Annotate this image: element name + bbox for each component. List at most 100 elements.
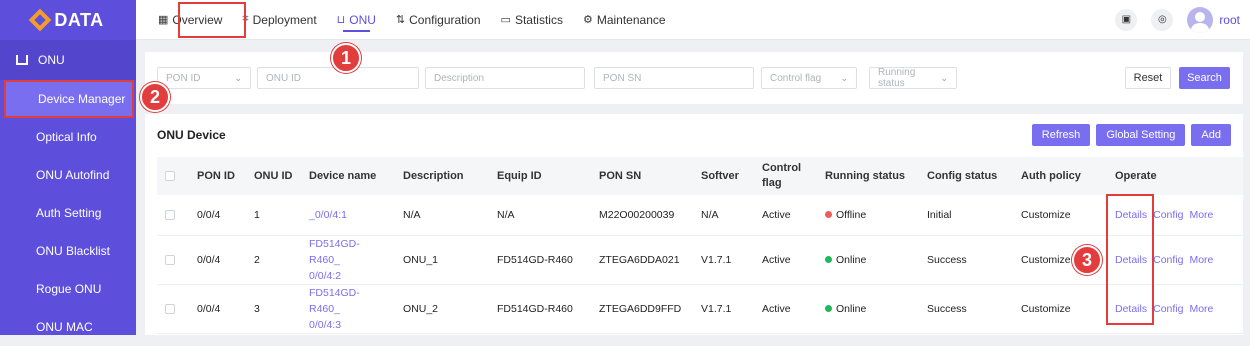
config-icon: ⇅ <box>395 14 406 26</box>
row-select-cell <box>157 235 189 285</box>
cell-config-status: Success <box>919 235 1013 285</box>
reset-button[interactable]: Reset <box>1125 67 1171 89</box>
col-pon-sn: PON SN <box>599 170 642 182</box>
chevron-down-icon: ⌄ <box>234 72 242 83</box>
save-icon[interactable]: ▣ <box>1115 8 1138 31</box>
table-header-row: PON ID ONU ID Device name Description Eq… <box>157 157 1243 195</box>
filter-panel: PON ID ⌄ ONU ID Description PON SN Contr… <box>145 52 1243 104</box>
description-input[interactable]: Description <box>425 67 585 89</box>
cell-description: ONU_2 <box>395 284 489 334</box>
device-name-link[interactable]: FD514GD-R460_ <box>309 287 360 315</box>
sidebar-item-onu-autofind[interactable]: ONU Autofind <box>0 156 136 194</box>
tab-deployment[interactable]: ⌗ Deployment <box>232 0 326 40</box>
onu-icon: ⊔ <box>336 14 346 26</box>
more-link[interactable]: More <box>1189 303 1213 315</box>
config-link[interactable]: Config <box>1153 303 1183 315</box>
step-badge-1: 1 <box>331 43 361 73</box>
logo: DATA <box>0 0 136 40</box>
sidebar-item-device-manager[interactable]: Device Manager <box>4 80 134 118</box>
cell-onu-id: 3 <box>246 284 301 334</box>
tab-label: ONU <box>349 12 376 27</box>
cell-device-name: _0/0/4:1 <box>301 195 395 236</box>
device-name-link-line2[interactable]: 0/0/4:2 <box>309 270 341 282</box>
running-status-select[interactable]: Running status ⌄ <box>869 67 957 89</box>
row-checkbox[interactable] <box>165 209 175 220</box>
control-flag-select[interactable]: Control flag ⌄ <box>761 67 857 89</box>
pon-sn-input[interactable]: PON SN <box>594 67 754 89</box>
device-name-link[interactable]: _0/0/4:1 <box>309 209 347 221</box>
onu-icon <box>16 55 28 65</box>
cell-pon-id: 0/0/4 <box>189 195 246 236</box>
onu-id-placeholder: ONU ID <box>266 72 301 84</box>
pon-id-select[interactable]: PON ID ⌄ <box>157 67 251 89</box>
sidebar-section-onu[interactable]: ONU <box>0 40 136 80</box>
device-name-link[interactable]: FD514GD-R460_ <box>309 238 360 266</box>
sidebar-item-label: Device Manager <box>38 92 126 106</box>
cell-equip-id: N/A <box>489 195 591 236</box>
device-name-link-line2[interactable]: 0/0/4:3 <box>309 319 341 331</box>
cell-running-status: Online <box>817 235 919 285</box>
tab-onu[interactable]: ⊔ ONU <box>327 0 386 40</box>
select-all-checkbox[interactable] <box>165 171 175 181</box>
cell-pon-id: 0/0/4 <box>189 235 246 285</box>
sidebar-item-onu-blacklist[interactable]: ONU Blacklist <box>0 232 136 270</box>
grid-icon: ▦ <box>158 14 169 26</box>
running-status-placeholder: Running status <box>878 67 916 89</box>
sidebar-item-optical-info[interactable]: Optical Info <box>0 118 136 156</box>
row-checkbox[interactable] <box>165 254 175 265</box>
pon-id-placeholder: PON ID <box>166 72 201 84</box>
panel-title: ONU Device <box>157 128 226 142</box>
cell-config-status: Initial <box>919 195 1013 236</box>
top-navigation: ▦ Overview ⌗ Deployment ⊔ ONU ⇅ Configur… <box>136 0 1250 40</box>
active-tab-underline <box>342 29 370 32</box>
panel-toolbar: Refresh Global Setting Add <box>1031 124 1231 146</box>
add-button[interactable]: Add <box>1191 124 1231 146</box>
tab-label: Maintenance <box>596 12 666 27</box>
step-badge-2: 2 <box>140 82 170 112</box>
col-auth-policy: Auth policy <box>1021 170 1081 182</box>
tab-label: Statistics <box>514 12 563 27</box>
cell-equip-id: FD514GD-R460 <box>489 235 591 285</box>
tab-statistics[interactable]: ▭ Statistics <box>491 0 573 40</box>
tab-maintenance[interactable]: ⚙ Maintenance <box>573 0 676 40</box>
cell-running-status: Offline <box>817 195 919 236</box>
row-checkbox[interactable] <box>165 303 175 314</box>
cell-control-flag: Active <box>754 195 817 236</box>
row-select-cell <box>157 195 189 236</box>
onu-device-panel: ONU Device Refresh Global Setting Add PO… <box>145 114 1243 335</box>
config-link[interactable]: Config <box>1153 254 1183 266</box>
online-status-dot <box>825 305 832 313</box>
col-operate: Operate <box>1115 170 1157 182</box>
sidebar-item-rogue-onu[interactable]: Rogue ONU <box>0 270 136 308</box>
cell-softver: V1.7.1 <box>693 235 754 285</box>
description-placeholder: Description <box>434 72 485 84</box>
config-link[interactable]: Config <box>1153 209 1183 221</box>
tab-configuration[interactable]: ⇅ Configuration <box>386 0 491 40</box>
tab-label: Configuration <box>409 12 481 27</box>
chevron-down-icon: ⌄ <box>840 72 848 83</box>
dashboard-icon[interactable]: ◎ <box>1151 8 1174 31</box>
table-row: 0/0/4 3 FD514GD-R460_ 0/0/4:3 ONU_2 FD514… <box>157 284 1243 334</box>
logo-diamond-icon <box>29 8 52 32</box>
sidebar-item-auth-setting[interactable]: Auth Setting <box>0 194 136 232</box>
global-setting-button[interactable]: Global Setting <box>1096 124 1186 146</box>
more-link[interactable]: More <box>1189 209 1213 221</box>
logo-text: DATA <box>54 9 104 30</box>
search-button[interactable]: Search <box>1179 67 1230 89</box>
refresh-button[interactable]: Refresh <box>1031 124 1091 146</box>
online-status-dot <box>825 256 832 264</box>
sidebar-item-onu-mac[interactable]: ONU MAC <box>0 308 136 346</box>
cell-control-flag: Active <box>754 235 817 285</box>
col-control-flag: Control flag <box>762 162 802 189</box>
more-link[interactable]: More <box>1189 254 1213 266</box>
cell-description: ONU_1 <box>395 235 489 285</box>
offline-status-dot <box>825 211 832 219</box>
user-name[interactable]: root <box>1219 13 1240 27</box>
col-device-name: Device name <box>309 170 377 182</box>
cell-pon-id: 0/0/4 <box>189 284 246 334</box>
avatar[interactable] <box>1187 6 1214 33</box>
control-flag-placeholder: Control flag <box>770 72 822 84</box>
running-status-text: Online <box>836 302 867 315</box>
sidebar-item-label: Optical Info <box>36 130 97 144</box>
row-select-cell <box>157 284 189 334</box>
